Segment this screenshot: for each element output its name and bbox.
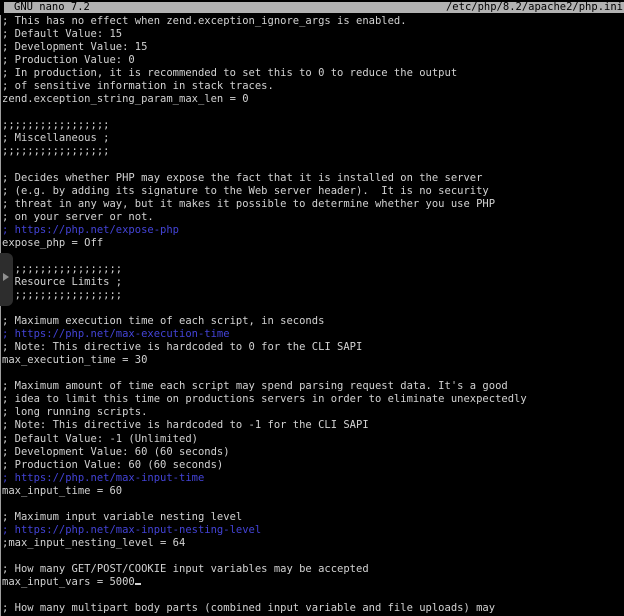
editor-line: ; (e.g. by adding its signature to the W… — [0, 185, 624, 198]
editor-line — [0, 250, 624, 263]
editor-line: ; long running scripts. — [0, 406, 624, 419]
editor-line: ; Note: This directive is hardcoded to -… — [0, 419, 624, 432]
left-overlay-marker[interactable] — [0, 253, 13, 306]
editor-line — [0, 589, 624, 602]
editor-line: ;;;;;;;;;;;;;;;;;;; — [0, 263, 624, 276]
editor-line: ; Production Value: 0 — [0, 54, 624, 67]
editor-line: ; Production Value: 60 (60 seconds) — [0, 459, 624, 472]
editor-line: ; Miscellaneous ; — [0, 132, 624, 145]
editor-line: ; How many GET/POST/COOKIE input variabl… — [0, 563, 624, 576]
editor-line: expose_php = Off — [0, 237, 624, 250]
editor-line: ; Maximum input variable nesting level — [0, 511, 624, 524]
editor-line: ; on your server or not. — [0, 211, 624, 224]
editor-line: ; This has no effect when zend.exception… — [0, 15, 624, 28]
editor-line: ; Development Value: 15 — [0, 41, 624, 54]
editor-line: ;max_input_nesting_level = 64 — [0, 537, 624, 550]
terminal-screen[interactable]: GNU nano 7.2 /etc/php/8.2/apache2/php.in… — [0, 0, 624, 616]
editor-line: ; Decides whether PHP may expose the fac… — [0, 172, 624, 185]
editor-line: ;;;;;;;;;;;;;;;;; — [0, 119, 624, 132]
editor-line: ; In production, it is recommended to se… — [0, 67, 624, 80]
nano-titlebar: GNU nano 7.2 /etc/php/8.2/apache2/php.in… — [4, 2, 624, 13]
editor-line — [0, 367, 624, 380]
editor-line-url[interactable]: ; https://php.net/max-input-time — [0, 472, 624, 485]
editor-line — [0, 498, 624, 511]
text-cursor — [135, 583, 142, 585]
editor-line: max_input_time = 60 — [0, 485, 624, 498]
editor-line: ; Default Value: 15 — [0, 28, 624, 41]
editor-line — [0, 550, 624, 563]
app-title: GNU nano 7.2 — [4, 2, 90, 13]
editor-line-url[interactable]: ; https://php.net/max-execution-time — [0, 328, 624, 341]
editor-line: max_execution_time = 30 — [0, 354, 624, 367]
editor-line: ;;;;;;;;;;;;;;;;; — [0, 145, 624, 158]
editor-line: ; Note: This directive is hardcoded to 0… — [0, 341, 624, 354]
editor-line — [0, 302, 624, 315]
editor-line: ; threat in any way, but it makes it pos… — [0, 198, 624, 211]
editor-line — [0, 159, 624, 172]
editor-body[interactable]: ; This has no effect when zend.exception… — [0, 15, 624, 616]
play-triangle-icon — [3, 273, 9, 281]
editor-line: ; Development Value: 60 (60 seconds) — [0, 446, 624, 459]
editor-line: ; idea to limit this time on productions… — [0, 393, 624, 406]
editor-line: ; Default Value: -1 (Unlimited) — [0, 433, 624, 446]
editor-line: zend.exception_string_param_max_len = 0 — [0, 93, 624, 106]
editor-line-url[interactable]: ; https://php.net/expose-php — [0, 224, 624, 237]
editor-line: ; of sensitive information in stack trac… — [0, 80, 624, 93]
editor-line: ; How many multipart body parts (combine… — [0, 602, 624, 615]
editor-line: ; Resource Limits ; — [0, 276, 624, 289]
editor-line — [0, 106, 624, 119]
editor-line-url[interactable]: ; https://php.net/max-input-nesting-leve… — [0, 524, 624, 537]
editor-line: ; Maximum execution time of each script,… — [0, 315, 624, 328]
editor-line: ; Maximum amount of time each script may… — [0, 380, 624, 393]
editor-line: max_input_vars = 5000 — [0, 576, 624, 589]
editor-line: ;;;;;;;;;;;;;;;;;;; — [0, 289, 624, 302]
file-path: /etc/php/8.2/apache2/php.ini — [446, 2, 624, 13]
